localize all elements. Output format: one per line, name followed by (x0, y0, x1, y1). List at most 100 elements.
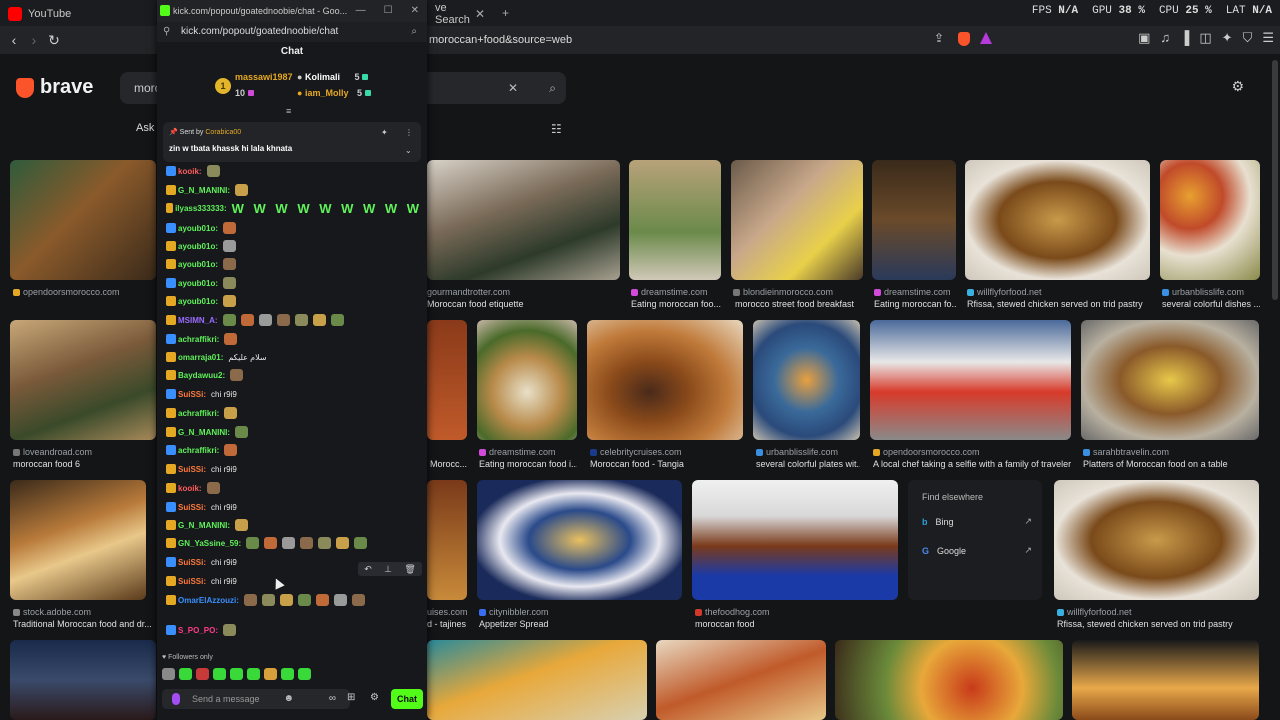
image-source[interactable]: blondieinmorocco.com (733, 287, 833, 297)
emote-button[interactable] (298, 668, 311, 680)
chat-username[interactable]: ayoub01o: (178, 260, 218, 269)
chat-username[interactable]: ayoub01o: (178, 224, 218, 233)
chevron-down-icon[interactable]: ⌄ (405, 146, 412, 155)
image-result[interactable] (731, 160, 863, 280)
emote-button[interactable] (247, 668, 260, 680)
chat-username[interactable]: ayoub01o: (178, 279, 218, 288)
chat-message[interactable]: GN_YaSsine_59: (166, 535, 422, 551)
chat-message[interactable]: ayoub01o: (166, 220, 422, 236)
image-result[interactable] (1081, 320, 1259, 440)
image-result[interactable] (753, 320, 860, 440)
back-icon[interactable]: ‹ (4, 30, 24, 50)
image-title[interactable]: A local chef taking a selfie with a fami… (873, 459, 1071, 469)
image-title[interactable]: several colorful plates wit... (756, 459, 860, 469)
image-result[interactable] (10, 480, 146, 600)
close-icon[interactable]: ✕ (411, 0, 419, 22)
chat-message[interactable]: achraffikri: (166, 331, 422, 347)
image-title[interactable]: Moroccan food etiquette (427, 299, 617, 309)
address-bar[interactable]: moroccan+food&source=web (427, 29, 997, 51)
image-title[interactable]: Morocc... (430, 459, 467, 469)
image-result[interactable] (587, 320, 743, 440)
popout-url[interactable]: kick.com/popout/goatednoobie/chat (181, 26, 338, 37)
chat-message[interactable]: ayoub01o: (166, 275, 422, 291)
image-title[interactable]: Eating moroccan fo... (874, 299, 956, 309)
new-tab-icon[interactable]: + (502, 6, 509, 20)
chat-username[interactable]: G_N_MANINI: (178, 186, 230, 195)
close-icon[interactable]: ✕ (475, 7, 485, 21)
emote-button[interactable] (281, 668, 294, 680)
image-title[interactable]: Appetizer Spread (479, 619, 679, 629)
chat-message[interactable]: G_N_MANINI: (166, 517, 422, 533)
chat-username[interactable]: SuiSSi: (178, 465, 206, 474)
image-result[interactable] (656, 640, 826, 720)
image-source[interactable]: opendoorsmorocco.com (873, 447, 980, 457)
image-result[interactable] (477, 320, 577, 440)
chat-username[interactable]: achraffikri: (178, 409, 219, 418)
leo-icon[interactable]: ✦ (1222, 30, 1233, 46)
image-result[interactable] (870, 320, 1071, 440)
chat-username[interactable]: G_N_MANINI: (178, 428, 230, 437)
image-result[interactable] (1160, 160, 1260, 280)
image-title[interactable]: moroccan food 6 (13, 459, 153, 469)
more-icon[interactable]: ⋮ (405, 128, 413, 137)
chat-username[interactable]: MSIMN_A: (178, 316, 218, 325)
chat-username[interactable]: OmarElAzzouzi: (178, 596, 239, 605)
image-title[interactable]: Moroccan food - Tangia (590, 459, 740, 469)
chat-message-input[interactable]: Send a message ☻ ∞ (162, 689, 350, 709)
chat-username[interactable]: ayoub01o: (178, 242, 218, 251)
brave-shields-icon[interactable] (958, 32, 970, 46)
chat-message[interactable]: SuiSSi: chi r9i9 (166, 386, 422, 402)
chat-username[interactable]: SuiSSi: (178, 577, 206, 586)
image-result[interactable] (1054, 480, 1259, 600)
vpn-icon[interactable]: ⛉ (1243, 30, 1253, 46)
chat-message[interactable]: ayoub01o: (166, 256, 422, 272)
emoji-icon[interactable]: ☻ (283, 689, 294, 709)
brave-rewards-icon[interactable] (980, 32, 992, 44)
find-bing-link[interactable]: b Bing ↗ (922, 516, 1032, 527)
image-source[interactable]: dreamstime.com (631, 287, 708, 297)
chat-username[interactable]: achraffikri: (178, 335, 219, 344)
find-google-link[interactable]: G Google ↗ (922, 545, 1032, 556)
ask-tab[interactable]: Ask (136, 122, 154, 134)
emote-button[interactable] (179, 668, 192, 680)
chat-username[interactable]: ilyass333333: (175, 204, 227, 213)
gear-icon[interactable]: ⚙ (1231, 78, 1244, 95)
pinned-message[interactable]: 📌 Sent by Corabica00 zin w tbata khassk … (163, 122, 421, 162)
chat-message[interactable]: Baydawuu2: (166, 367, 422, 383)
maximize-icon[interactable]: ☐ (384, 0, 393, 22)
emote-button[interactable] (213, 668, 226, 680)
zoom-icon[interactable]: ⌕ (411, 22, 417, 42)
image-source[interactable]: willflyforfood.net (1057, 607, 1132, 617)
image-title[interactable]: Eating moroccan foo... (631, 299, 721, 309)
image-result[interactable] (477, 480, 682, 600)
delete-icon[interactable]: 🗑 (404, 562, 415, 576)
image-source[interactable]: celebritycruises.com (590, 447, 682, 457)
image-source[interactable]: thefoodhog.com (695, 607, 770, 617)
chat-message[interactable]: ayoub01o: (166, 238, 422, 254)
image-title[interactable]: Rfissa, stewed chicken served on trid pa… (1057, 619, 1257, 629)
image-title[interactable]: Rfissa, stewed chicken served on trid pa… (967, 299, 1149, 309)
infinity-icon[interactable]: ∞ (329, 689, 336, 709)
image-source[interactable]: citynibbler.com (479, 607, 549, 617)
clear-icon[interactable]: ✕ (508, 72, 518, 104)
reload-icon[interactable]: ↻ (44, 30, 64, 50)
unpin-icon[interactable]: ✦ (381, 128, 388, 137)
image-title[interactable]: d - tajines (427, 619, 467, 629)
image-source[interactable]: sarahbtravelin.com (1083, 447, 1169, 457)
image-result[interactable] (835, 640, 1063, 720)
chat-message[interactable]: G_N_MANINI: (166, 424, 422, 440)
image-source[interactable]: dreamstime.com (874, 287, 951, 297)
chat-message[interactable]: G_N_MANINI: (166, 182, 422, 198)
image-result[interactable] (427, 480, 467, 600)
tab-brave-search[interactable]: ve Search ✕ (427, 2, 493, 26)
chat-message[interactable]: S_PO_PO: (166, 622, 422, 638)
filters-icon[interactable]: ☷ (551, 122, 562, 136)
emote-button[interactable] (196, 668, 209, 680)
image-title[interactable]: morocco street food breakfast (735, 299, 863, 309)
forward-icon[interactable]: › (24, 30, 44, 50)
chat-username[interactable]: achraffikri: (178, 446, 219, 455)
image-source[interactable]: dreamstime.com (479, 447, 556, 457)
image-title[interactable]: Traditional Moroccan food and dr... (13, 619, 153, 629)
leaderboard-entry[interactable]: ● iam_Molly 5 (297, 88, 371, 98)
chat-message[interactable]: omarraja01: سلام عليكم (166, 349, 422, 365)
